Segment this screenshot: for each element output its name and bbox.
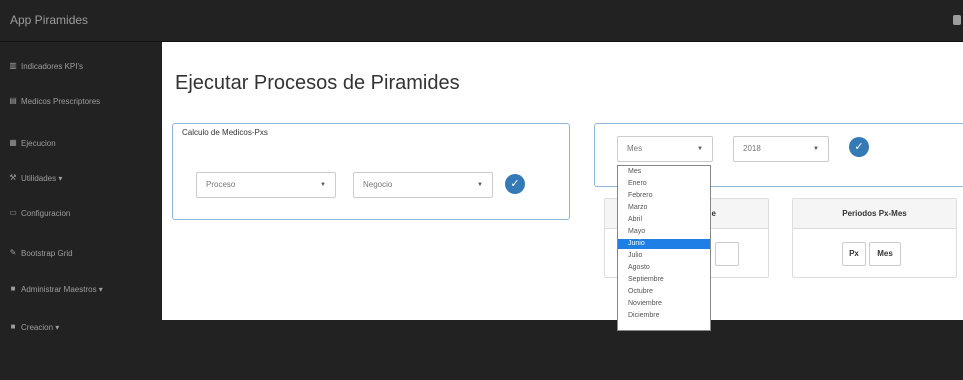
- month-option[interactable]: Noviembre: [618, 299, 710, 309]
- month-option[interactable]: Diciembre: [618, 311, 710, 321]
- grid-icon: ▦: [9, 138, 17, 147]
- sidebar-item-configuracion[interactable]: ▭ Configuracion: [9, 206, 70, 220]
- negocio-select-value: Negocio: [363, 180, 393, 189]
- negocio-select[interactable]: Negocio ▼: [353, 172, 493, 198]
- file-icon: ■: [10, 322, 16, 331]
- run-periodo-button[interactable]: ✓: [849, 137, 869, 157]
- top-navbar: App Piramides: [0, 0, 963, 42]
- user-icon[interactable]: [953, 15, 961, 25]
- sidebar-item-label: Creacion ▾: [21, 322, 60, 332]
- subpanel-right-heading: Periodos Px-Mes: [793, 199, 956, 229]
- month-option-selected[interactable]: Junio: [618, 239, 710, 249]
- proceso-select[interactable]: Proceso ▼: [196, 172, 336, 198]
- sidebar-item-label: Configuracion: [21, 208, 71, 218]
- chevron-down-icon: ▼: [697, 146, 703, 152]
- sidebar-item-ejecucion[interactable]: ▦ Ejecucion: [9, 136, 56, 150]
- panel-heading: Calculo de Medicos-Pxs: [182, 128, 268, 137]
- chevron-down-icon: ▼: [813, 146, 819, 152]
- sidebar-item-utilidades[interactable]: ⚒ Utilidades ▾: [9, 171, 62, 185]
- main-content: Ejecutar Procesos de Piramides Calculo d…: [162, 42, 963, 320]
- bar-chart-icon: ▥: [9, 61, 17, 70]
- run-calculo-button[interactable]: ✓: [505, 174, 525, 194]
- mes-select-value: Mes: [627, 144, 643, 153]
- month-option[interactable]: Marzo: [618, 203, 710, 213]
- file-icon: ■: [10, 284, 16, 293]
- sidebar-item-administrar-maestros[interactable]: ■ Administrar Maestros ▾: [9, 282, 103, 296]
- mes-select[interactable]: Mes ▼: [617, 136, 713, 162]
- subpanel-periodos-px-mes: Periodos Px-Mes Px Mes: [792, 198, 957, 278]
- month-option[interactable]: Mayo: [618, 227, 710, 237]
- panel-calculo-medicos: Calculo de Medicos-Pxs Proceso ▼ Negocio…: [172, 123, 570, 220]
- sidebar-item-bootstrap-grid[interactable]: ✎ Bootstrap Grid: [9, 246, 73, 260]
- anio-select-value: 2018: [743, 144, 761, 153]
- sidebar-item-indicadores[interactable]: ▥ Indicadores KPI's: [9, 59, 83, 73]
- month-option[interactable]: Octubre: [618, 287, 710, 297]
- month-option[interactable]: Septiembre: [618, 275, 710, 285]
- month-option[interactable]: Julio: [618, 251, 710, 261]
- px-button[interactable]: Px: [842, 242, 866, 266]
- monitor-icon: ▭: [9, 208, 17, 217]
- month-dropdown-list[interactable]: Mes Enero Febrero Marzo Abril Mayo Junio…: [617, 165, 711, 331]
- month-option[interactable]: Agosto: [618, 263, 710, 273]
- month-option[interactable]: Mes: [618, 167, 710, 177]
- users-table-icon: ▤: [9, 96, 17, 105]
- subpanel-left-button[interactable]: [715, 242, 739, 266]
- month-option[interactable]: Enero: [618, 179, 710, 189]
- chevron-down-icon: ▼: [320, 182, 326, 188]
- month-option[interactable]: Abril: [618, 215, 710, 225]
- page-title: Ejecutar Procesos de Piramides: [175, 72, 460, 94]
- sidebar-item-creacion[interactable]: ■ Creacion ▾: [9, 320, 60, 334]
- mes-button[interactable]: Mes: [869, 242, 901, 266]
- app-brand[interactable]: App Piramides: [10, 13, 88, 27]
- wrench-tool-icon: ✎: [9, 248, 17, 257]
- sidebar-item-label: Utilidades ▾: [21, 173, 63, 183]
- sidebar-item-label: Ejecucion: [21, 138, 56, 148]
- sidebar-item-medicos[interactable]: ▤ Medicos Prescriptores: [9, 94, 100, 108]
- chevron-down-icon: ▼: [477, 182, 483, 188]
- sidebar: ▥ Indicadores KPI's ▤ Medicos Prescripto…: [0, 42, 162, 380]
- proceso-select-value: Proceso: [206, 180, 236, 189]
- anio-select[interactable]: 2018 ▼: [733, 136, 829, 162]
- app-window: App Piramides ▥ Indicadores KPI's ▤ Medi…: [0, 0, 963, 380]
- sidebar-item-label: Administrar Maestros ▾: [21, 284, 103, 294]
- sidebar-item-label: Medicos Prescriptores: [21, 96, 101, 106]
- wrench-icon: ⚒: [9, 173, 17, 182]
- footer-band: [162, 320, 963, 380]
- month-option[interactable]: Febrero: [618, 191, 710, 201]
- sidebar-item-label: Bootstrap Grid: [21, 248, 73, 258]
- sidebar-item-label: Indicadores KPI's: [21, 61, 84, 71]
